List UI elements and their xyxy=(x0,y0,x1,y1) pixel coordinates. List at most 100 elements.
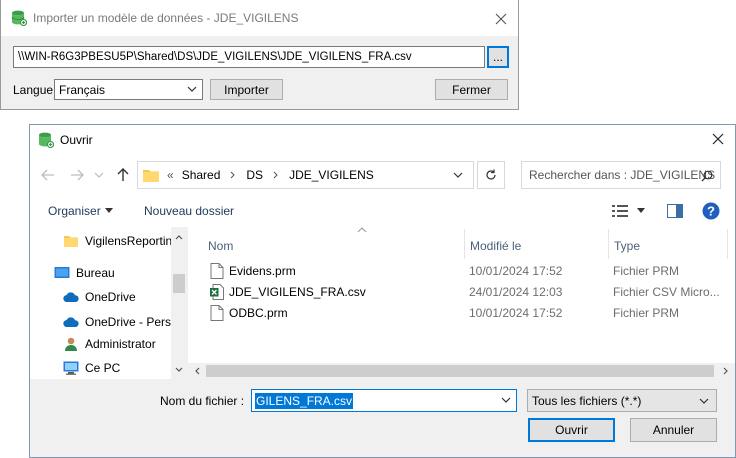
refresh-button[interactable] xyxy=(477,161,505,189)
scroll-up-icon[interactable] xyxy=(175,234,183,240)
cloud-icon xyxy=(63,317,79,328)
excel-icon xyxy=(210,284,224,300)
breadcrumb-item-shared[interactable]: Shared xyxy=(182,168,221,182)
scroll-right-icon[interactable] xyxy=(723,367,729,375)
filename-label: Nom du fichier : xyxy=(160,394,245,408)
close-button[interactable]: Fermer xyxy=(435,79,508,100)
folder-icon xyxy=(143,170,159,182)
view-options-icon[interactable] xyxy=(612,204,628,218)
nav-item-label: Bureau xyxy=(76,266,115,280)
file-list: Nom Modifié le Type Evidens.prm 10/01/20… xyxy=(188,227,735,379)
up-arrow-icon[interactable] xyxy=(115,167,131,183)
file-modified: 10/01/2024 17:52 xyxy=(469,306,563,320)
file-row[interactable]: JDE_VIGILENS_FRA.csv 24/01/2024 12:03 Fi… xyxy=(188,282,735,302)
column-header-name-label: Nom xyxy=(208,239,234,253)
folder-icon xyxy=(64,236,78,247)
open-dialog-title: Ouvrir xyxy=(60,133,93,147)
cloud-icon xyxy=(63,292,79,303)
nav-pane-scrollbar[interactable] xyxy=(171,227,187,379)
breadcrumb-item-jde-vigilens[interactable]: JDE_VIGILENS xyxy=(289,168,374,182)
search-icon xyxy=(701,170,713,182)
column-header-type-label: Type xyxy=(614,239,641,253)
scroll-left-icon[interactable] xyxy=(194,367,200,375)
import-button[interactable]: Importer xyxy=(210,79,283,100)
import-dialog: Importer un modèle de données - JDE_VIGI… xyxy=(0,0,519,110)
file-row[interactable]: ODBC.prm 10/01/2024 17:52 Fichier PRM xyxy=(188,303,735,323)
breadcrumb-overflow[interactable]: « xyxy=(167,168,174,182)
svg-text:?: ? xyxy=(707,204,715,219)
nav-item-label: Ce PC xyxy=(85,361,121,375)
new-folder-button[interactable]: Nouveau dossier xyxy=(144,204,234,218)
file-type-filter-value: Tous les fichiers (*.*) xyxy=(532,393,642,408)
language-label: Langue xyxy=(13,83,54,97)
command-bar: Organiser Nouveau dossier ? xyxy=(30,195,735,227)
file-name-cell: Evidens.prm xyxy=(210,261,460,281)
file-type: Fichier CSV Micro... xyxy=(613,285,720,299)
file-name-cell: ODBC.prm xyxy=(210,303,460,323)
file-modified: 10/01/2024 17:52 xyxy=(469,264,563,278)
file-name-cell: JDE_VIGILENS_FRA.csv xyxy=(210,282,460,302)
preview-pane-icon[interactable] xyxy=(667,204,683,218)
browse-button[interactable]: ... xyxy=(487,46,509,68)
database-icon xyxy=(11,10,27,26)
chevron-down-icon xyxy=(187,86,197,92)
file-name: Evidens.prm xyxy=(229,264,296,278)
breadcrumb-item-ds[interactable]: DS xyxy=(246,168,263,182)
document-icon xyxy=(210,263,224,279)
scroll-down-icon[interactable] xyxy=(175,367,183,373)
language-select-value: Français xyxy=(59,82,106,97)
column-header-modified[interactable]: Modifié le xyxy=(464,233,608,259)
help-icon[interactable]: ? xyxy=(702,202,720,220)
open-titlebar: Ouvrir xyxy=(30,125,735,155)
open-button[interactable]: Ouvrir xyxy=(528,418,615,442)
column-header-modified-label: Modifié le xyxy=(470,239,522,253)
nav-item-label: Administrator xyxy=(85,337,156,351)
file-name: JDE_VIGILENS_FRA.csv xyxy=(229,285,366,299)
file-type: Fichier PRM xyxy=(613,306,680,320)
back-arrow-icon[interactable] xyxy=(40,167,56,183)
chevron-down-icon[interactable] xyxy=(501,396,511,404)
close-icon[interactable] xyxy=(495,13,507,25)
filename-input[interactable]: GILENS_FRA.csv xyxy=(251,389,517,412)
caret-down-icon[interactable] xyxy=(637,208,645,214)
file-modified: 24/01/2024 12:03 xyxy=(469,285,563,299)
column-header-name[interactable]: Nom xyxy=(202,233,464,259)
nav-item-label: OneDrive - Perso xyxy=(85,315,178,329)
desktop-icon xyxy=(54,267,70,278)
file-name: ODBC.prm xyxy=(229,306,288,320)
caret-down-icon xyxy=(105,208,113,213)
chevron-right-icon xyxy=(273,171,278,179)
organize-button[interactable]: Organiser xyxy=(48,204,101,218)
language-select[interactable]: Français xyxy=(54,79,203,100)
column-divider[interactable] xyxy=(727,229,728,259)
forward-arrow-icon[interactable] xyxy=(69,167,85,183)
database-icon xyxy=(39,132,54,148)
nav-item-label: OneDrive xyxy=(85,290,136,304)
search-placeholder: Rechercher dans : JDE_VIGILENS xyxy=(529,168,716,182)
nav-item-label: VigilensReportin xyxy=(85,234,173,248)
import-titlebar: Importer un modèle de données - JDE_VIGI… xyxy=(1,0,518,36)
address-bar[interactable]: « Shared DS JDE_VIGILENS xyxy=(137,161,474,189)
user-icon xyxy=(65,337,77,351)
recent-locations-chevron-icon[interactable] xyxy=(94,171,104,179)
file-list-scrollbar[interactable] xyxy=(188,363,735,379)
navigation-bar: « Shared DS JDE_VIGILENS Rechercher dans… xyxy=(30,155,735,195)
document-icon xyxy=(210,305,224,321)
scrollbar-thumb[interactable] xyxy=(173,274,185,293)
file-type-filter-select[interactable]: Tous les fichiers (*.*) xyxy=(527,389,717,412)
import-dialog-title: Importer un modèle de données - JDE_VIGI… xyxy=(33,11,299,25)
navigation-pane: VigilensReportin Bureau OneDrive OneDriv… xyxy=(30,227,187,379)
cancel-button[interactable]: Annuler xyxy=(630,418,717,442)
chevron-down-icon xyxy=(699,398,709,404)
file-path-input[interactable]: \\WIN-R6G3PBESU5P\Shared\DS\JDE_VIGILENS… xyxy=(13,46,485,68)
chevron-right-icon xyxy=(231,171,236,179)
address-history-chevron-icon[interactable] xyxy=(453,171,463,179)
file-type: Fichier PRM xyxy=(613,264,680,278)
open-file-dialog: Ouvrir « Shared DS JDE_VIGILENS Recherch… xyxy=(29,124,736,458)
refresh-icon xyxy=(486,169,496,180)
search-input[interactable]: Rechercher dans : JDE_VIGILENS xyxy=(521,161,721,189)
file-row[interactable]: Evidens.prm 10/01/2024 17:52 Fichier PRM xyxy=(188,261,735,281)
column-header-type[interactable]: Type xyxy=(608,233,728,259)
scrollbar-thumb[interactable] xyxy=(206,365,714,377)
close-icon[interactable] xyxy=(712,133,724,145)
